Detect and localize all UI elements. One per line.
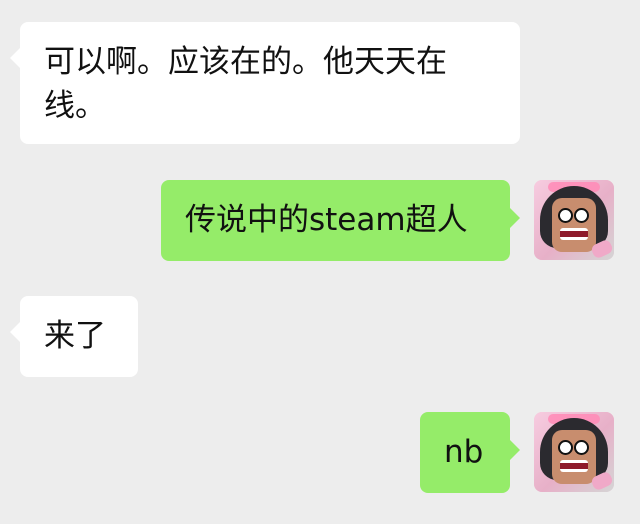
- message-bubble-outgoing[interactable]: nb: [420, 412, 520, 493]
- message-text: nb: [444, 434, 484, 470]
- message-text: 来了: [44, 318, 106, 354]
- eye-icon: [558, 208, 573, 223]
- mouth-icon: [560, 460, 588, 472]
- user-avatar[interactable]: [534, 412, 614, 492]
- eye-icon: [574, 440, 589, 455]
- chat-thread: 可以啊。应该在的。他天天在线。 传说中的steam超人 来了 nb: [0, 0, 640, 524]
- message-text: 传说中的steam超人: [185, 202, 468, 238]
- eye-icon: [558, 440, 573, 455]
- message-bubble-incoming[interactable]: 可以啊。应该在的。他天天在线。: [10, 22, 520, 144]
- message-bubble-outgoing[interactable]: 传说中的steam超人: [161, 180, 520, 261]
- face-icon: [552, 430, 596, 484]
- eye-icon: [574, 208, 589, 223]
- message-text: 可以啊。应该在的。他天天在线。: [44, 44, 447, 124]
- mouth-icon: [560, 228, 588, 240]
- face-icon: [552, 198, 596, 252]
- user-avatar[interactable]: [534, 180, 614, 260]
- message-bubble-incoming[interactable]: 来了: [10, 296, 138, 377]
